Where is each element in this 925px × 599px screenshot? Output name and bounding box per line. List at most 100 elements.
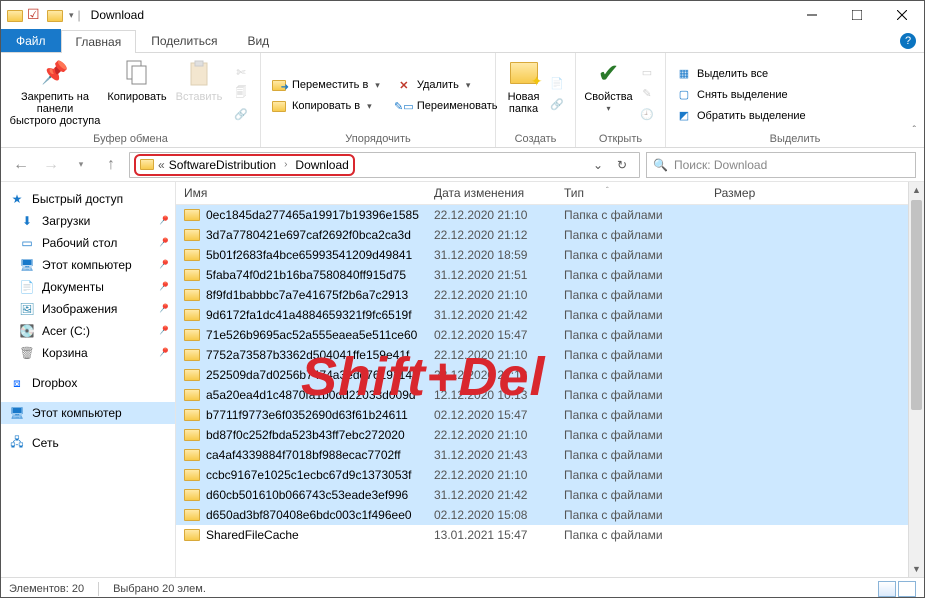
new-folder-button[interactable]: ✦ Новая папка — [502, 55, 545, 132]
address-bar[interactable]: « SoftwareDistribution › Download ⌄ ↻ — [129, 152, 640, 178]
help-icon[interactable]: ? — [900, 33, 916, 49]
table-row[interactable]: ca4af4339884f7018bf988ecac7702ff31.12.20… — [176, 445, 924, 465]
nav-quick-access[interactable]: ★ Быстрый доступ — [1, 188, 175, 210]
maximize-button[interactable] — [834, 1, 879, 29]
tab-file[interactable]: Файл — [1, 29, 61, 52]
column-name[interactable]: Имя ˆ — [176, 182, 426, 204]
select-none-button[interactable]: ▢ Снять выделение — [672, 85, 810, 105]
table-row[interactable]: 0ec1845da277465a19917b19396e158522.12.20… — [176, 205, 924, 225]
ribbon-collapse-button[interactable]: ˆ — [913, 125, 916, 136]
file-date: 22.12.2020 21:10 — [426, 286, 556, 304]
table-row[interactable]: 7752a73587b3362d504041ffe159e41f22.12.20… — [176, 345, 924, 365]
nav-network[interactable]: 🖧Сеть — [1, 432, 175, 454]
open-button[interactable]: ▭ — [635, 63, 659, 83]
copy-to-button[interactable]: Копировать в — [267, 96, 384, 116]
close-button[interactable] — [879, 1, 924, 29]
table-row[interactable]: 252509da7d0256b7474a3edd76191148 22.12.20… — [176, 365, 924, 385]
select-all-icon: ▦ — [676, 66, 692, 82]
column-size[interactable]: Размер — [706, 182, 786, 204]
file-list[interactable]: Имя ˆ Дата изменения Тип Размер 0ec1845d… — [176, 182, 924, 577]
table-row[interactable]: 5faba74f0d21b16ba7580840ff915d7531.12.20… — [176, 265, 924, 285]
table-row[interactable]: bd87f0c252fbda523b43ff7ebc27202022.12.20… — [176, 425, 924, 445]
column-date[interactable]: Дата изменения — [426, 182, 556, 204]
file-size — [706, 353, 786, 357]
pin-quick-access-button[interactable]: 📌 Закрепить на панели быстрого доступа — [7, 55, 103, 132]
view-details-button[interactable] — [878, 581, 896, 597]
file-name: 252509da7d0256b7474a3edd76191148 — [206, 368, 419, 382]
select-all-button[interactable]: ▦ Выделить все — [672, 64, 810, 84]
nav-downloads[interactable]: ⬇Загрузки📍 — [1, 210, 175, 232]
titlebar-check-icon[interactable]: ☑ — [27, 7, 43, 23]
breadcrumb-segment[interactable]: SoftwareDistribution — [169, 158, 276, 172]
file-size — [706, 313, 786, 317]
table-row[interactable]: b7711f9773e6f0352690d63f61b2461102.12.20… — [176, 405, 924, 425]
easy-access-button[interactable]: 🔗 — [545, 94, 569, 114]
move-to-button[interactable]: ➜ Переместить в — [267, 75, 384, 95]
menu-tabs: Файл Главная Поделиться Вид — [1, 29, 924, 53]
file-date: 22.12.2020 21:12 — [426, 226, 556, 244]
nav-desktop[interactable]: ▭Рабочий стол📍 — [1, 232, 175, 254]
scrollbar[interactable]: ▲ ▼ — [908, 182, 924, 577]
table-row[interactable]: d650ad3bf870408e6bdc003c1f496ee002.12.20… — [176, 505, 924, 525]
nav-this-pc-root[interactable]: 🖥Этот компьютер — [1, 402, 175, 424]
nav-documents[interactable]: 📄Документы📍 — [1, 276, 175, 298]
table-row[interactable]: d60cb501610b066743c53eade3ef99631.12.202… — [176, 485, 924, 505]
nav-recent-button[interactable]: ▾ — [69, 153, 93, 177]
tab-home[interactable]: Главная — [61, 30, 137, 53]
column-type[interactable]: Тип — [556, 182, 706, 204]
table-row[interactable]: ccbc9167e1025c1ecbc67d9c1373053f22.12.20… — [176, 465, 924, 485]
folder-icon — [184, 329, 200, 341]
table-row[interactable]: SharedFileCache13.01.2021 15:47Папка с ф… — [176, 525, 924, 545]
file-date: 31.12.2020 21:43 — [426, 446, 556, 464]
scroll-up[interactable]: ▲ — [909, 182, 924, 198]
properties-button[interactable]: ✔ Свойства ▾ — [582, 55, 635, 132]
tab-view[interactable]: Вид — [232, 29, 284, 52]
table-row[interactable]: 9d6172fa1dc41a4884659321f9fc6519f31.12.2… — [176, 305, 924, 325]
nav-drive-c[interactable]: 💽Acer (C:)📍 — [1, 320, 175, 342]
history-icon: 🕘 — [639, 107, 655, 123]
invert-selection-button[interactable]: ◩ Обратить выделение — [672, 106, 810, 126]
nav-pictures[interactable]: 🖼Изображения📍 — [1, 298, 175, 320]
delete-button[interactable]: ✕ Удалить — [392, 75, 502, 95]
tab-share[interactable]: Поделиться — [136, 29, 232, 52]
table-row[interactable]: 3d7a7780421e697caf2692f0bca2ca3d22.12.20… — [176, 225, 924, 245]
history-button[interactable]: 🕘 — [635, 105, 659, 125]
pin-icon: 📍 — [154, 301, 171, 317]
scroll-down[interactable]: ▼ — [909, 561, 924, 577]
table-row[interactable]: a5a20ea4d1c4870fa1b0dd22033d009d12.12.20… — [176, 385, 924, 405]
address-dropdown[interactable]: ⌄ — [587, 158, 609, 172]
nav-this-pc[interactable]: 🖥Этот компьютер📍 — [1, 254, 175, 276]
table-row[interactable]: 5b01f2683fa4bce65993541209d4984131.12.20… — [176, 245, 924, 265]
titlebar-folder-icon-2 — [47, 10, 63, 22]
nav-dropbox[interactable]: ⧈Dropbox — [1, 372, 175, 394]
new-item-button[interactable]: 📄 — [545, 73, 569, 93]
file-name: 7752a73587b3362d504041ffe159e41f — [206, 348, 409, 362]
file-type: Папка с файлами — [556, 486, 706, 504]
table-row[interactable]: 71e526b9695ac52a555eaea5e511ce6002.12.20… — [176, 325, 924, 345]
breadcrumb-folder-icon — [140, 159, 154, 170]
rename-button[interactable]: ✎▭ Переименовать — [392, 96, 502, 116]
table-row[interactable]: 8f9fd1babbbc7a7e41675f2b6a7c291322.12.20… — [176, 285, 924, 305]
navigation-pane[interactable]: ★ Быстрый доступ ⬇Загрузки📍 ▭Рабочий сто… — [1, 182, 176, 577]
scroll-thumb[interactable] — [911, 200, 922, 410]
file-date: 22.12.2020 21:12 — [426, 366, 556, 384]
nav-back-button[interactable]: ← — [9, 153, 33, 177]
file-size — [706, 233, 786, 237]
file-size — [706, 373, 786, 377]
nav-recycle-bin[interactable]: 🗑Корзина📍 — [1, 342, 175, 364]
refresh-button[interactable]: ↻ — [609, 158, 635, 172]
copy-button[interactable]: Копировать — [103, 55, 171, 132]
file-name: d60cb501610b066743c53eade3ef996 — [206, 488, 408, 502]
copy-path-button[interactable]: 🗐 — [229, 84, 253, 104]
search-input[interactable]: 🔍 Поиск: Download — [646, 152, 916, 178]
breadcrumb-segment[interactable]: Download — [295, 158, 348, 172]
folder-icon — [184, 489, 200, 501]
view-large-icons-button[interactable] — [898, 581, 916, 597]
breadcrumb[interactable]: « SoftwareDistribution › Download — [134, 154, 355, 176]
minimize-button[interactable] — [789, 1, 834, 29]
file-name: 0ec1845da277465a19917b19396e1585 — [206, 208, 419, 222]
nav-up-button[interactable]: ↑ — [99, 153, 123, 177]
column-headers[interactable]: Имя ˆ Дата изменения Тип Размер — [176, 182, 924, 205]
select-none-icon: ▢ — [676, 87, 692, 103]
titlebar-menu-caret[interactable]: ▾ — [69, 10, 74, 21]
